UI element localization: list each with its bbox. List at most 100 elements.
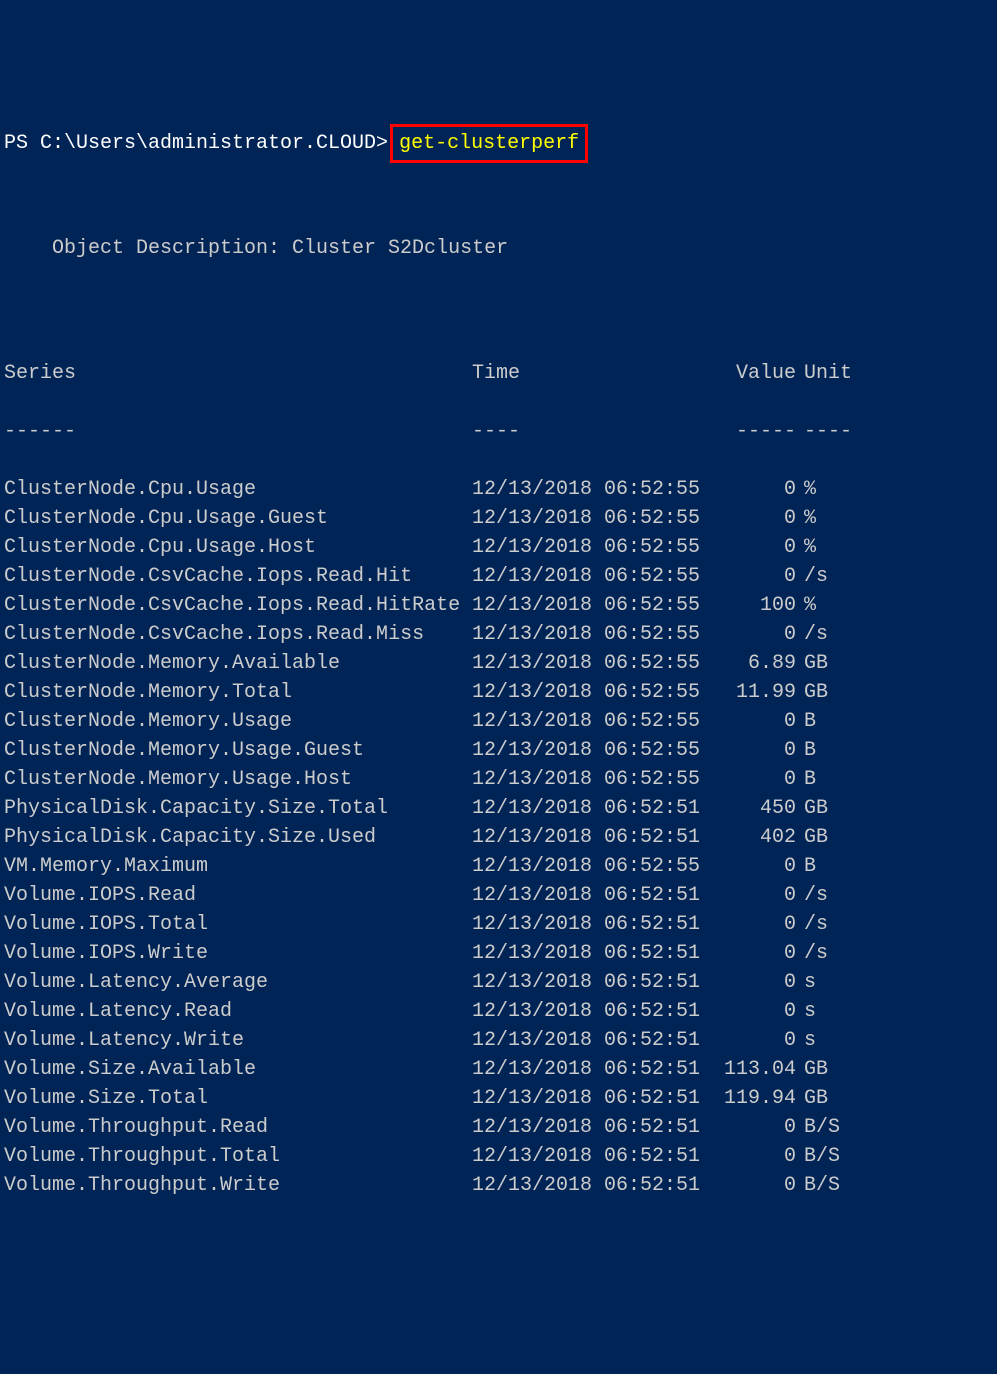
cell-unit: GB — [796, 823, 856, 852]
table-row: Volume.Throughput.Write12/13/2018 06:52:… — [4, 1171, 993, 1200]
header-time: Time — [472, 359, 712, 388]
cell-unit: % — [796, 533, 856, 562]
cell-value: 0 — [712, 504, 796, 533]
cell-series: ClusterNode.CsvCache.Iops.Read.Miss — [4, 620, 472, 649]
cell-series: ClusterNode.Memory.Usage — [4, 707, 472, 736]
cell-series: Volume.IOPS.Read — [4, 881, 472, 910]
cell-time: 12/13/2018 06:52:55 — [472, 504, 712, 533]
cell-time: 12/13/2018 06:52:55 — [472, 765, 712, 794]
cell-time: 12/13/2018 06:52:55 — [472, 591, 712, 620]
cell-series: VM.Memory.Maximum — [4, 852, 472, 881]
cell-value: 0 — [712, 475, 796, 504]
table-row: Volume.Latency.Average12/13/2018 06:52:5… — [4, 968, 993, 997]
cell-series: Volume.IOPS.Write — [4, 939, 472, 968]
table-row: ClusterNode.CsvCache.Iops.Read.HitRate12… — [4, 591, 993, 620]
cell-time: 12/13/2018 06:52:51 — [472, 1171, 712, 1200]
table-header-row: SeriesTimeValueUnit — [4, 359, 993, 388]
table-row: Volume.Throughput.Total12/13/2018 06:52:… — [4, 1142, 993, 1171]
cell-series: Volume.IOPS.Total — [4, 910, 472, 939]
table-row: Volume.Size.Available12/13/2018 06:52:51… — [4, 1055, 993, 1084]
table-row: ClusterNode.Memory.Usage.Guest12/13/2018… — [4, 736, 993, 765]
cell-unit: % — [796, 591, 856, 620]
prompt-line[interactable]: PS C:\Users\administrator.CLOUD> get-clu… — [4, 124, 993, 163]
cell-value: 0 — [712, 997, 796, 1026]
cell-value: 0 — [712, 910, 796, 939]
cell-unit: B/S — [796, 1142, 856, 1171]
cell-series: Volume.Size.Total — [4, 1084, 472, 1113]
cell-unit: B/S — [796, 1171, 856, 1200]
command-input-highlighted[interactable]: get-clusterperf — [390, 124, 588, 163]
cell-time: 12/13/2018 06:52:55 — [472, 620, 712, 649]
cell-value: 11.99 — [712, 678, 796, 707]
cell-time: 12/13/2018 06:52:51 — [472, 939, 712, 968]
cell-series: Volume.Throughput.Write — [4, 1171, 472, 1200]
table-row: PhysicalDisk.Capacity.Size.Used12/13/201… — [4, 823, 993, 852]
cell-series: ClusterNode.Memory.Available — [4, 649, 472, 678]
cell-value: 0 — [712, 1171, 796, 1200]
cell-series: ClusterNode.Memory.Total — [4, 678, 472, 707]
table-row: Volume.IOPS.Read12/13/2018 06:52:510/s — [4, 881, 993, 910]
cell-series: Volume.Latency.Read — [4, 997, 472, 1026]
cell-time: 12/13/2018 06:52:51 — [472, 1142, 712, 1171]
cell-series: ClusterNode.Memory.Usage.Host — [4, 765, 472, 794]
cell-value: 0 — [712, 765, 796, 794]
cell-time: 12/13/2018 06:52:51 — [472, 823, 712, 852]
cell-value: 0 — [712, 1026, 796, 1055]
table-row: ClusterNode.Memory.Available12/13/2018 0… — [4, 649, 993, 678]
cell-value: 0 — [712, 852, 796, 881]
cell-unit: s — [796, 997, 856, 1026]
cell-series: ClusterNode.CsvCache.Iops.Read.Hit — [4, 562, 472, 591]
cell-value: 0 — [712, 1142, 796, 1171]
cell-value: 0 — [712, 939, 796, 968]
table-row: ClusterNode.CsvCache.Iops.Read.Hit12/13/… — [4, 562, 993, 591]
table-row: ClusterNode.Cpu.Usage.Guest12/13/2018 06… — [4, 504, 993, 533]
cell-time: 12/13/2018 06:52:51 — [472, 881, 712, 910]
table-row: VM.Memory.Maximum12/13/2018 06:52:550B — [4, 852, 993, 881]
table-row: ClusterNode.CsvCache.Iops.Read.Miss12/13… — [4, 620, 993, 649]
table-row: ClusterNode.Cpu.Usage.Host12/13/2018 06:… — [4, 533, 993, 562]
cell-series: Volume.Latency.Average — [4, 968, 472, 997]
cell-unit: /s — [796, 620, 856, 649]
cell-unit: % — [796, 475, 856, 504]
header-value: Value — [712, 359, 796, 388]
cell-unit: B/S — [796, 1113, 856, 1142]
cell-unit: s — [796, 968, 856, 997]
cell-series: Volume.Size.Available — [4, 1055, 472, 1084]
cell-time: 12/13/2018 06:52:55 — [472, 852, 712, 881]
cell-unit: GB — [796, 678, 856, 707]
cell-value: 0 — [712, 736, 796, 765]
cell-time: 12/13/2018 06:52:51 — [472, 1084, 712, 1113]
divider-value: ----- — [712, 417, 796, 446]
table-row: ClusterNode.Cpu.Usage12/13/2018 06:52:55… — [4, 475, 993, 504]
cell-value: 0 — [712, 707, 796, 736]
cell-time: 12/13/2018 06:52:55 — [472, 475, 712, 504]
cell-series: PhysicalDisk.Capacity.Size.Total — [4, 794, 472, 823]
cell-time: 12/13/2018 06:52:51 — [472, 968, 712, 997]
cell-unit: B — [796, 765, 856, 794]
object-description: Object Description: Cluster S2Dcluster — [4, 234, 993, 263]
cell-time: 12/13/2018 06:52:51 — [472, 1026, 712, 1055]
divider-series: ------ — [4, 417, 472, 446]
cell-time: 12/13/2018 06:52:55 — [472, 649, 712, 678]
cell-time: 12/13/2018 06:52:51 — [472, 910, 712, 939]
divider-time: ---- — [472, 417, 712, 446]
cell-value: 0 — [712, 881, 796, 910]
cell-value: 100 — [712, 591, 796, 620]
header-series: Series — [4, 359, 472, 388]
table-row: ClusterNode.Memory.Usage12/13/2018 06:52… — [4, 707, 993, 736]
cell-time: 12/13/2018 06:52:51 — [472, 1055, 712, 1084]
prompt-prefix: PS C:\Users\administrator.CLOUD> — [4, 129, 388, 158]
cell-series: ClusterNode.Memory.Usage.Guest — [4, 736, 472, 765]
header-unit: Unit — [796, 359, 856, 388]
cell-time: 12/13/2018 06:52:55 — [472, 707, 712, 736]
cell-value: 0 — [712, 620, 796, 649]
cell-time: 12/13/2018 06:52:51 — [472, 794, 712, 823]
cell-time: 12/13/2018 06:52:55 — [472, 562, 712, 591]
cell-series: Volume.Throughput.Total — [4, 1142, 472, 1171]
cell-series: ClusterNode.Cpu.Usage — [4, 475, 472, 504]
cell-unit: s — [796, 1026, 856, 1055]
cell-unit: B — [796, 852, 856, 881]
table-row: ClusterNode.Memory.Usage.Host12/13/2018 … — [4, 765, 993, 794]
cell-unit: /s — [796, 562, 856, 591]
cell-unit: /s — [796, 939, 856, 968]
